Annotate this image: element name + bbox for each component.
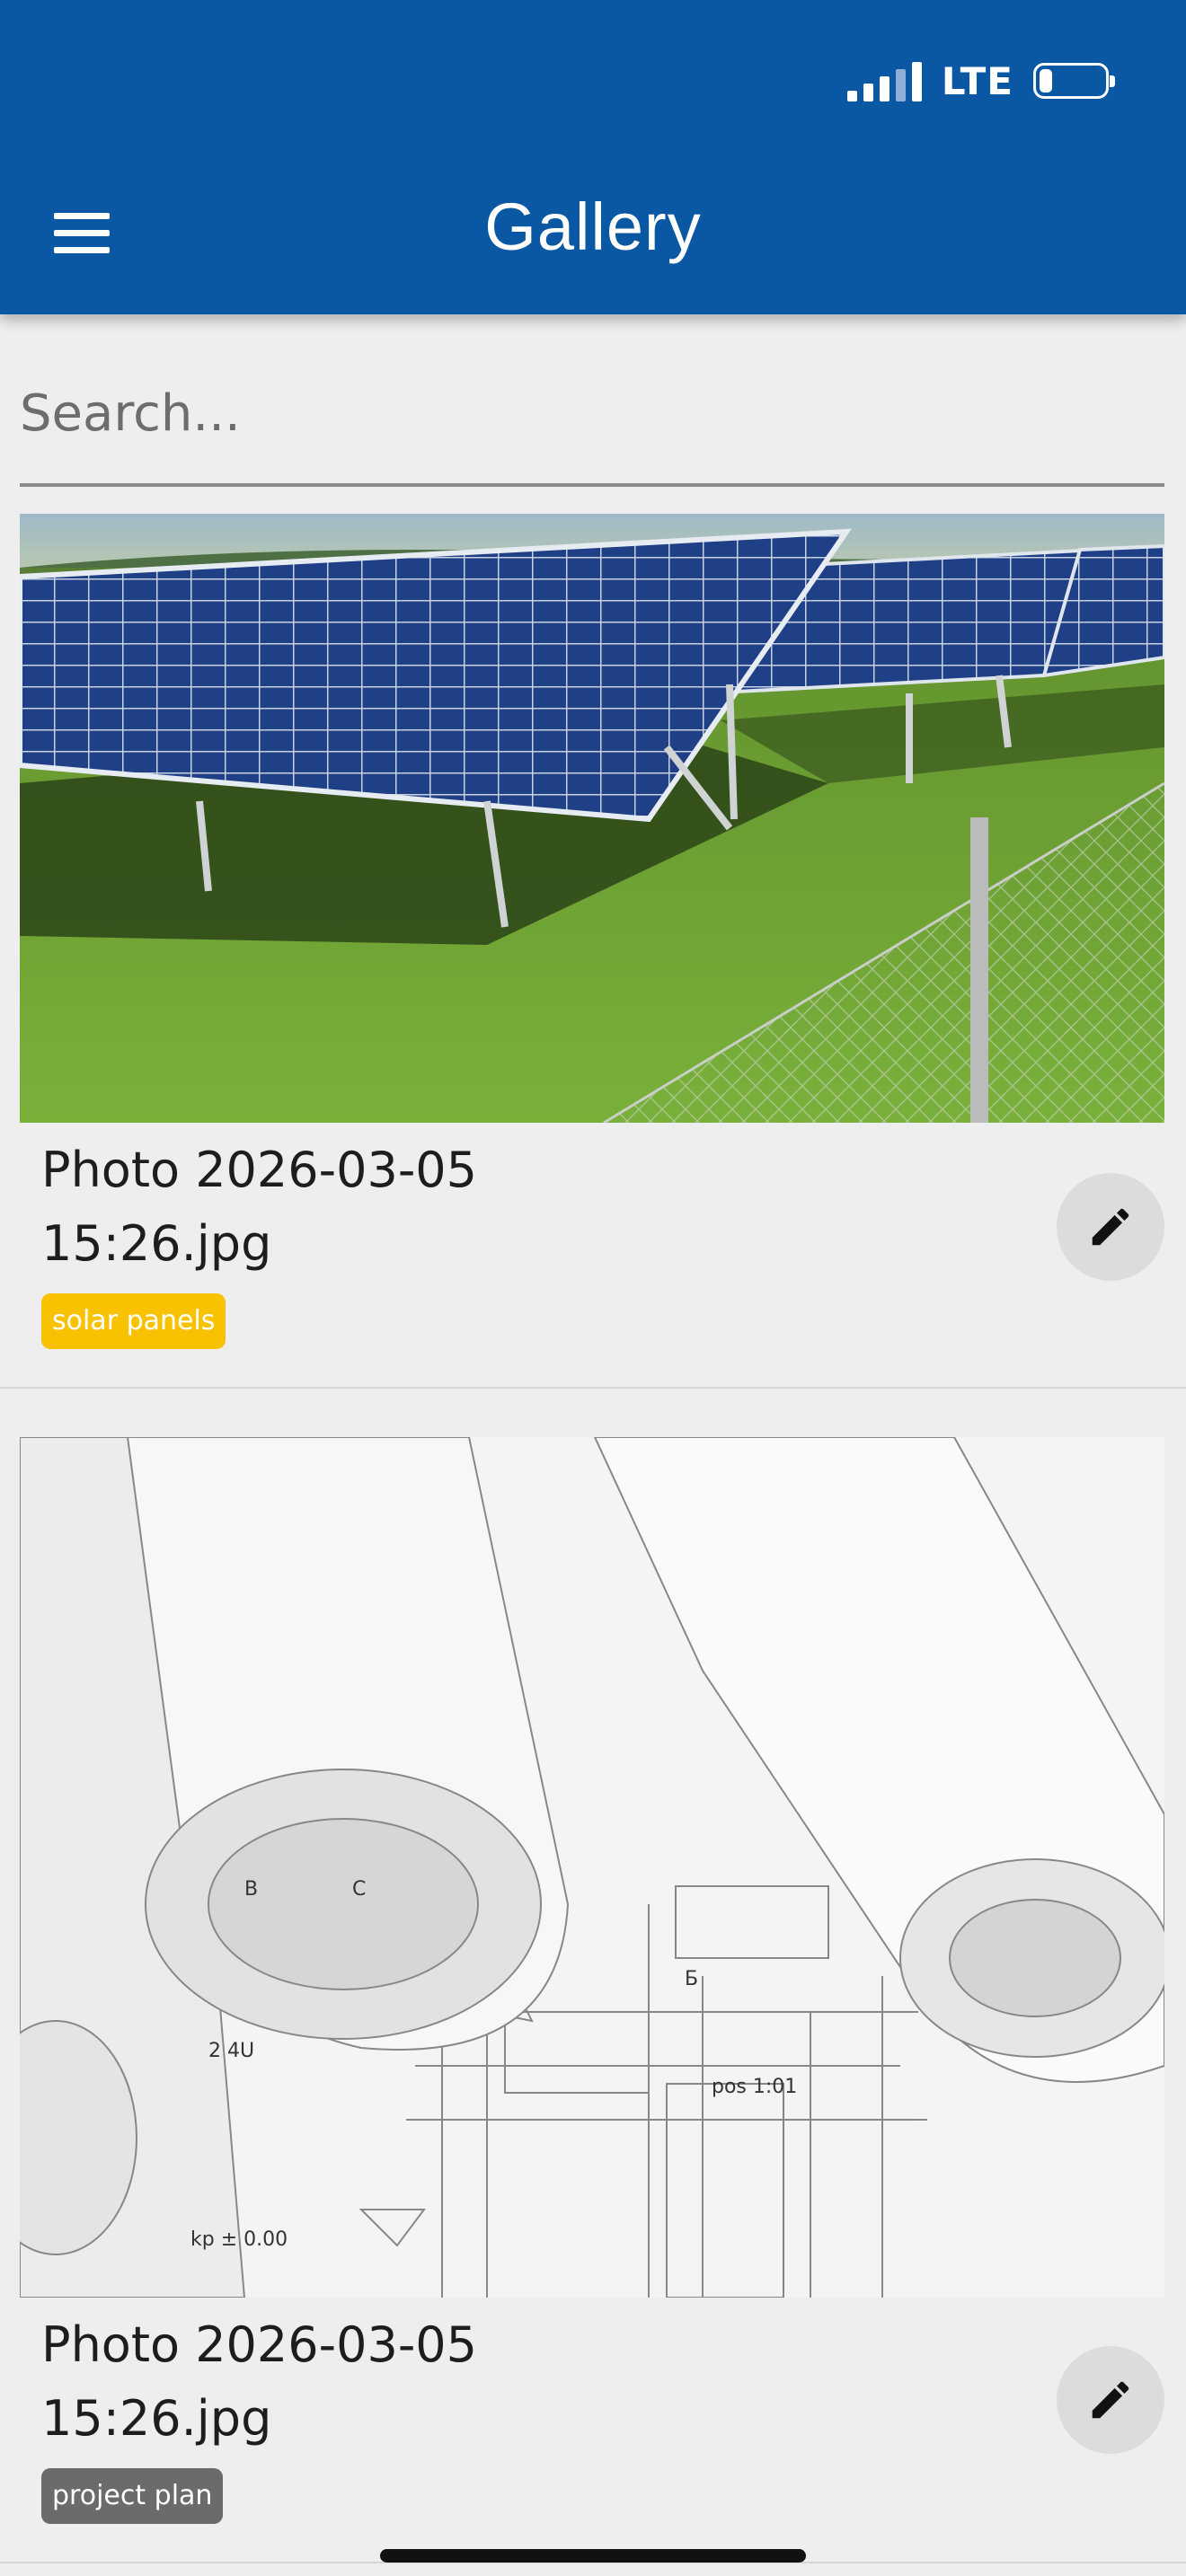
svg-text:kp ± 0.00: kp ± 0.00 <box>190 2228 288 2251</box>
svg-text:C: C <box>352 1878 366 1901</box>
svg-text:2 4U: 2 4U <box>208 2040 254 2062</box>
gallery-item[interactable]: B C 2 4U pos 1:01 kp ± 0.00 Б Photo 2026-03… <box>0 1437 1186 2576</box>
blueprints-photo[interactable]: B C 2 4U pos 1:01 kp ± 0.00 Б <box>20 1437 1164 2298</box>
solar-panels-photo[interactable] <box>20 514 1164 1123</box>
tag-badge: project plan <box>41 2468 224 2524</box>
gallery-item[interactable]: Photo 2026-03-05 15:26.jpg solar panels <box>0 514 1186 1390</box>
pencil-icon <box>1092 1208 1129 1246</box>
status-bar: LTE <box>846 56 1115 106</box>
search-field[interactable] <box>20 359 1164 487</box>
network-type: LTE <box>941 58 1013 103</box>
search-input[interactable] <box>20 359 1164 467</box>
svg-text:B: B <box>244 1878 258 1901</box>
photo-image <box>20 514 1164 1123</box>
svg-text:pos 1:01: pos 1:01 <box>712 2076 797 2098</box>
page-title: Gallery <box>484 190 702 264</box>
photo-image: B C 2 4U pos 1:01 kp ± 0.00 Б <box>20 1437 1164 2298</box>
tag-badge: solar panels <box>41 1293 226 1349</box>
divider <box>0 1387 1186 1389</box>
photo-name: Photo 2026-03-05 15:26.jpg <box>41 1142 478 1272</box>
svg-text:Б: Б <box>685 1968 698 1990</box>
app-bar: LTE Gallery <box>0 0 1186 314</box>
photo-name: Photo 2026-03-05 15:26.jpg <box>41 2316 478 2447</box>
signal-icon <box>846 60 922 101</box>
home-indicator[interactable] <box>380 2549 806 2563</box>
edit-button[interactable] <box>1057 1173 1164 1281</box>
pencil-icon <box>1092 2381 1129 2419</box>
edit-button[interactable] <box>1057 2346 1164 2454</box>
battery-icon <box>1033 63 1115 99</box>
